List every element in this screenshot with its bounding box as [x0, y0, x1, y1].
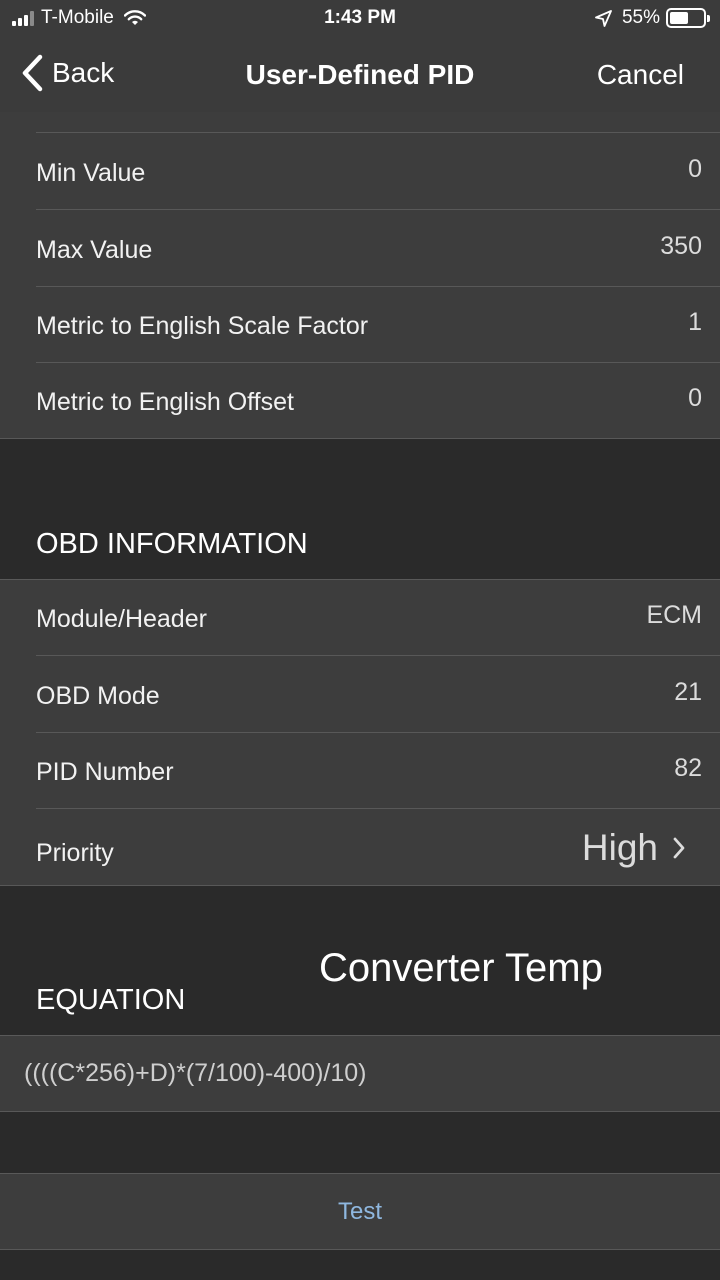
test-label: Test [337, 1198, 382, 1225]
screen: T-Mobile 1:43 PM 55% Back User-Defined P… [0, 0, 720, 1280]
row-label: Max Value [36, 236, 153, 264]
row-value: 350 [660, 232, 702, 260]
row-label: Module/Header [36, 605, 207, 633]
row-value: 82 [674, 754, 702, 782]
row-label: PID Number [36, 758, 174, 786]
row-value: 21 [674, 678, 702, 706]
equation-section-header: EQUATION [36, 984, 186, 1016]
obd-settings-group: Module/Header ECM OBD Mode 21 PID Number… [0, 579, 720, 886]
settings-row-scale-factor[interactable]: Metric to English Scale Factor 1 [0, 286, 720, 363]
status-right: 55% [595, 7, 710, 29]
settings-row-offset[interactable]: Metric to English Offset 0 [0, 362, 720, 439]
settings-row-module-header[interactable]: Module/Header ECM [0, 579, 720, 656]
row-value: 0 [688, 384, 702, 412]
status-bar: T-Mobile 1:43 PM 55% [0, 0, 720, 38]
nav-bar: Back User-Defined PID Cancel [0, 38, 720, 112]
settings-row-priority[interactable]: Priority High [0, 809, 720, 886]
settings-row-pid-number[interactable]: PID Number 82 [0, 732, 720, 809]
range-settings-group: Min Value 0 Max Value 350 Metric to Engl… [0, 112, 720, 439]
row-value: ECM [646, 601, 702, 629]
row-value: 1 [688, 308, 702, 336]
test-button[interactable]: Test [0, 1173, 720, 1250]
row-label: Priority [36, 839, 114, 867]
row-label: Metric to English Offset [36, 388, 294, 416]
chevron-right-icon [673, 837, 685, 859]
row-label: Min Value [36, 159, 146, 187]
priority-value: High [581, 827, 658, 868]
row-value: 0 [688, 155, 702, 183]
equation-value: ((((C*256)+D)*(7/100)-400)/10) [24, 1059, 367, 1087]
row-label: OBD Mode [36, 682, 160, 710]
battery-fill [670, 12, 688, 24]
settings-row-min-value[interactable]: Min Value 0 [0, 133, 720, 210]
row-label: Metric to English Scale Factor [36, 312, 369, 340]
settings-row-max-value[interactable]: Max Value 350 [0, 210, 720, 287]
location-arrow-icon [595, 9, 612, 27]
equation-field[interactable]: ((((C*256)+D)*(7/100)-400)/10) [0, 1035, 720, 1112]
battery-percent: 55% [621, 7, 660, 28]
cancel-button[interactable]: Cancel [597, 59, 684, 91]
battery-icon [666, 8, 710, 28]
annotation-text: Converter Temp [319, 946, 603, 990]
settings-row-obd-mode[interactable]: OBD Mode 21 [0, 656, 720, 733]
obd-section-header: OBD INFORMATION [36, 528, 308, 560]
